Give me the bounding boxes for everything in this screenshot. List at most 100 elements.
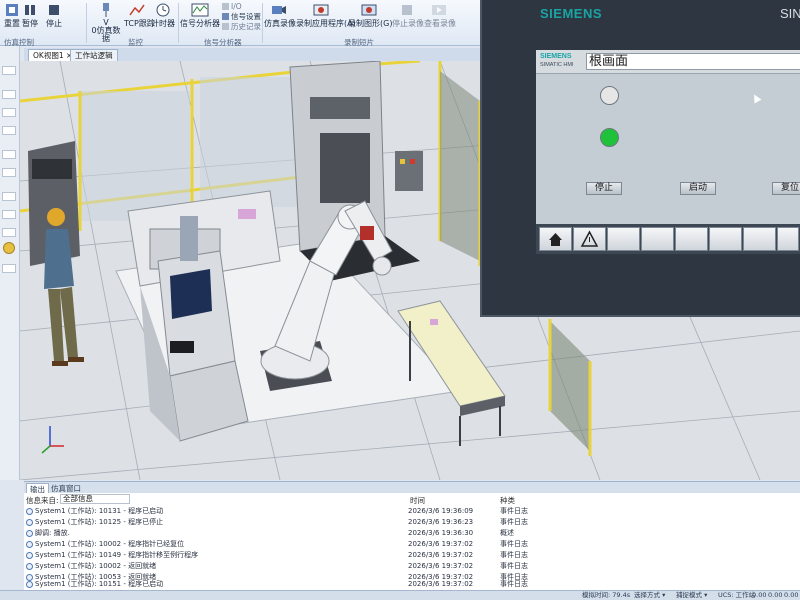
group-label-recording: 录制短片 — [344, 38, 374, 47]
io-small-icon — [222, 3, 229, 10]
ucs-readout: UCS: 工作站 — [718, 591, 756, 599]
left-strip-field[interactable] — [2, 168, 16, 177]
left-strip-field[interactable] — [2, 108, 16, 117]
log-row[interactable]: 脚调: 播放. 2026/3/6 19:36:30 概述 — [26, 528, 546, 539]
info-icon — [26, 508, 33, 515]
output-panel: 信息来自: 全部信息 时间 种类 System1 (工作站): 10131 - … — [24, 493, 800, 590]
log-row[interactable]: System1 (工作站): 10149 - 程序指针移至例行程序 2026/3/… — [26, 550, 546, 561]
info-icon — [26, 541, 33, 548]
output-tab-bar: 输出 仿真窗口 — [24, 481, 800, 494]
home-icon — [549, 233, 562, 246]
history-button[interactable]: 历史记录 — [222, 22, 261, 31]
select-mode-dropdown[interactable]: 选择方式 ▾ — [634, 591, 665, 600]
reset-icon — [6, 4, 18, 16]
history-icon — [222, 23, 229, 30]
function-key[interactable] — [709, 227, 742, 251]
source-filter-select[interactable]: 全部信息 — [60, 494, 130, 504]
stop-hmi-button[interactable]: 停止 — [586, 182, 622, 195]
left-strip-field[interactable] — [2, 210, 16, 219]
info-icon — [26, 581, 33, 588]
io-small-button[interactable]: I/O — [222, 2, 242, 11]
hmi-panel: SIEMENS SIN SIEMENS SIMATIC HMI 根画面 停止 启… — [480, 0, 800, 317]
info-icon — [26, 530, 33, 537]
alarm-key[interactable] — [573, 227, 606, 251]
kind-column-header: 种类 — [500, 496, 515, 505]
reset-button[interactable]: 重置 — [2, 2, 22, 34]
group-label-monitor: 监控 — [128, 38, 143, 47]
io-icon — [103, 3, 109, 17]
log-row[interactable]: System1 (工作站): 10125 - 程序已停止 2026/3/6 19:… — [26, 517, 546, 528]
left-strip-field[interactable] — [2, 192, 16, 201]
hmi-brand-logo: SIEMENS — [540, 6, 603, 21]
tcp-trace-button[interactable]: TCP跟踪 — [124, 2, 155, 34]
recording-icon — [272, 6, 286, 14]
hmi-footer-bar — [536, 224, 800, 254]
info-icon — [26, 519, 33, 526]
hmi-screen: SIEMENS SIMATIC HMI 根画面 停止 启动 复位 — [536, 50, 800, 254]
left-strip-field[interactable] — [2, 126, 16, 135]
signal-settings-icon — [222, 13, 229, 20]
status-lamp-off — [600, 86, 619, 105]
record-graphics-icon — [361, 4, 377, 16]
stop-button[interactable]: 停止 — [44, 2, 64, 34]
log-row[interactable]: System1 (工作站): 10151 - 程序已启动 2026/3/6 19:… — [26, 579, 546, 590]
sim-time-readout: 模拟时间: 79.4s — [582, 591, 631, 599]
tab-station-logic[interactable]: 工作站逻辑 — [70, 49, 118, 61]
time-column-header: 时间 — [410, 496, 425, 505]
left-strip-field[interactable] — [2, 90, 16, 99]
signal-settings-button[interactable]: 信号设置 — [222, 12, 261, 21]
log-row[interactable]: System1 (工作站): 10002 - 程序指针已经复位 2026/3/6 … — [26, 539, 546, 550]
hmi-header: SIEMENS SIMATIC HMI 根画面 — [536, 50, 800, 74]
stop-icon — [49, 5, 59, 15]
ribbon-separator — [262, 3, 263, 43]
timer-button[interactable]: 计时器 — [150, 2, 176, 34]
view-recording-button[interactable]: 查看录像 — [424, 2, 456, 34]
mouse-cursor-icon — [750, 92, 762, 104]
signal-analyzer-icon — [191, 3, 209, 17]
left-strip-field[interactable] — [2, 264, 16, 273]
left-strip-field[interactable] — [2, 150, 16, 159]
log-row[interactable]: System1 (工作站): 10131 - 程序已启动 2026/3/6 19:… — [26, 506, 546, 517]
function-key[interactable] — [641, 227, 674, 251]
status-lamp-on — [600, 128, 619, 147]
hmi-screen-title: 根画面 — [586, 53, 800, 70]
z-coordinate: 0.00 — [784, 591, 799, 599]
info-icon — [26, 552, 33, 559]
hmi-screen-logo: SIEMENS — [540, 53, 572, 60]
pause-button[interactable]: 暂停 — [20, 2, 40, 34]
pause-icon — [25, 5, 35, 15]
hmi-brand-text: SIN — [780, 6, 800, 21]
start-hmi-button[interactable]: 启动 — [680, 182, 716, 195]
home-key[interactable] — [539, 227, 572, 251]
lightbulb-icon[interactable] — [3, 242, 15, 254]
log-row[interactable]: System1 (工作站): 10002 - 返回就绪 2026/3/6 19:3… — [26, 561, 546, 572]
info-icon — [26, 563, 33, 570]
left-strip-field[interactable] — [2, 228, 16, 237]
ribbon-separator — [86, 3, 87, 43]
record-app-icon — [313, 4, 329, 16]
stop-recording-button[interactable]: 停止录像 — [392, 2, 424, 34]
reset-hmi-button[interactable]: 复位 — [772, 182, 800, 195]
group-label-signal-analyzer: 信号分析器 — [204, 38, 242, 47]
record-app-button[interactable]: 录制应用程序(A) — [296, 2, 356, 34]
function-key[interactable] — [777, 227, 799, 251]
warning-icon — [580, 230, 599, 247]
ribbon-separator — [178, 3, 179, 43]
function-key[interactable] — [675, 227, 708, 251]
sim-recording-button[interactable]: 仿真录像 — [264, 2, 296, 34]
y-coordinate: 0.00 — [768, 591, 783, 599]
source-label: 信息来自: — [26, 496, 59, 505]
signal-analyzer-button[interactable]: 信号分析器 — [180, 2, 220, 34]
hmi-screen-logo-sub: SIMATIC HMI — [540, 62, 574, 68]
capture-mode-dropdown[interactable]: 捕捉模式 ▾ — [676, 591, 707, 600]
record-graphics-button[interactable]: 录制图形(G) — [348, 2, 392, 34]
view-recording-icon — [432, 5, 446, 15]
function-key[interactable] — [743, 227, 776, 251]
io-sim-data-button[interactable]: V 0仿真数据 — [90, 2, 122, 43]
tcp-trace-icon — [129, 4, 145, 16]
left-property-strip — [0, 46, 20, 480]
function-key[interactable] — [607, 227, 640, 251]
left-strip-field[interactable] — [2, 66, 16, 75]
document-tab-bar: OK视图1 × 工作站逻辑 — [24, 48, 484, 61]
status-bar: 模拟时间: 79.4s 选择方式 ▾ 捕捉模式 ▾ UCS: 工作站 0.00 … — [0, 590, 800, 600]
